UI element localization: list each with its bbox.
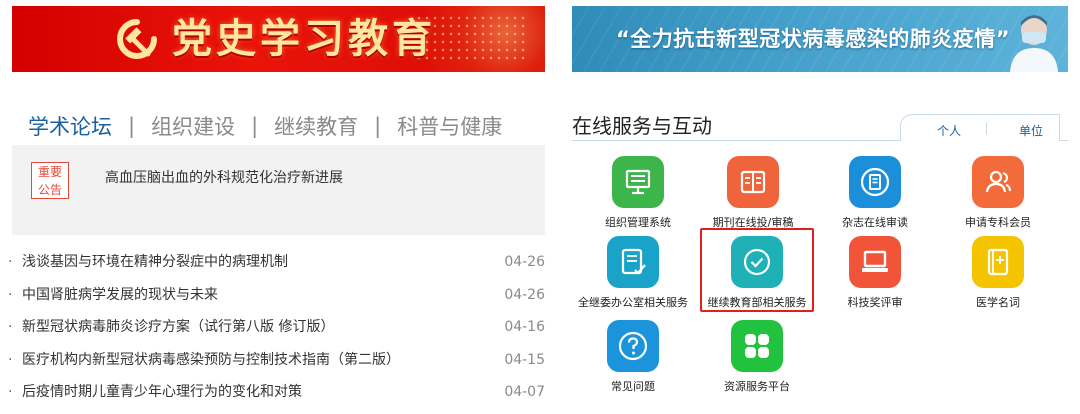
news-list: · 浅谈基因与环境在精神分裂症中的病理机制 04-26 · 中国肾脏病学发展的现… <box>8 250 545 413</box>
news-title-link[interactable]: 医疗机构内新型冠状病毒感染预防与控制技术指南（第二版） <box>22 348 400 372</box>
services-title: 在线服务与互动 <box>572 114 712 138</box>
epidemic-banner[interactable]: “全力抗击新型冠状病毒感染的肺炎疫情” <box>572 6 1068 72</box>
tab-academic-forum[interactable]: 学术论坛 <box>28 111 112 141</box>
tab-organization[interactable]: 组织建设 <box>151 111 235 141</box>
bullet: · <box>8 286 13 303</box>
news-date: 04-16 <box>504 319 545 335</box>
selection-highlight <box>700 228 814 312</box>
important-badge: 重要 公告 <box>31 162 69 199</box>
list-item[interactable]: · 中国肾脏病学发展的现状与未来 04-26 <box>8 283 545 316</box>
important-notice: 重要 公告 高血压脑出血的外科规范化治疗新进展 <box>12 145 545 235</box>
service-label: 申请专科会员 <box>965 216 1031 229</box>
service-org-management[interactable]: 组织管理系统 <box>578 156 698 230</box>
service-label: 医学名词 <box>976 296 1020 309</box>
tab-separator: | <box>128 114 136 138</box>
list-item[interactable]: · 后疫情时期儿童青少年心理行为的变化和对策 04-07 <box>8 380 545 413</box>
toggle-organization[interactable]: 单位 <box>1019 122 1043 139</box>
medical-book-icon <box>972 236 1024 288</box>
news-title-link[interactable]: 中国肾脏病学发展的现状与未来 <box>22 283 218 307</box>
badge-line-1: 重要 <box>37 165 62 179</box>
laptop-icon <box>849 236 901 288</box>
category-tabs: 学术论坛 | 组织建设 | 继续教育 | 科普与健康 <box>28 110 502 142</box>
bullet: · <box>8 319 13 335</box>
tab-science-health[interactable]: 科普与健康 <box>397 111 502 141</box>
bullet: · <box>8 254 13 270</box>
banner-title-epidemic: “全力抗击新型冠状病毒感染的肺炎疫情” <box>616 27 1011 51</box>
service-label: 组织管理系统 <box>605 216 671 229</box>
service-specialty-membership[interactable]: 申请专科会员 <box>938 156 1058 230</box>
notice-headline-link[interactable]: 高血压脑出血的外科规范化治疗新进展 <box>105 167 343 187</box>
service-label: 科技奖评审 <box>847 296 903 309</box>
service-medical-terms[interactable]: 医学名词 <box>938 236 1058 310</box>
party-history-banner[interactable]: 党史学习教育 <box>12 6 545 72</box>
list-item[interactable]: · 浅谈基因与环境在精神分裂症中的病理机制 04-26 <box>8 250 545 283</box>
banner-title-party: 党史学习教育 <box>172 16 436 62</box>
news-date: 04-26 <box>504 286 545 303</box>
service-faq[interactable]: 常见问题 <box>573 320 693 394</box>
service-science-award-review[interactable]: 科技奖评审 <box>815 236 935 310</box>
service-journal-submission[interactable]: 期刊在线投/审稿 <box>693 156 813 230</box>
book-icon <box>727 156 779 208</box>
service-label: 常见问题 <box>611 380 655 393</box>
user-group-icon <box>972 156 1024 208</box>
user-type-toggle: 个人 单位 <box>900 114 1060 141</box>
toggle-divider <box>986 123 987 135</box>
list-item[interactable]: · 新型冠状病毒肺炎诊疗方案（试行第八版 修订版） 04-16 <box>8 315 545 348</box>
badge-line-2: 公告 <box>37 183 62 197</box>
bullet: · <box>8 384 13 400</box>
tab-separator: | <box>374 114 382 138</box>
clover-icon <box>731 320 783 372</box>
news-date: 04-26 <box>504 254 545 270</box>
service-resource-platform[interactable]: 资源服务平台 <box>697 320 817 394</box>
edit-doc-icon <box>607 236 659 288</box>
service-label: 资源服务平台 <box>724 380 790 393</box>
news-title-link[interactable]: 新型冠状病毒肺炎诊疗方案（试行第八版 修订版） <box>22 315 334 339</box>
news-title-link[interactable]: 浅谈基因与环境在精神分裂症中的病理机制 <box>22 250 288 274</box>
doctor-icon <box>1010 15 1058 72</box>
news-date: 04-15 <box>504 351 545 368</box>
monitor-icon <box>612 156 664 208</box>
tab-continuing-education[interactable]: 继续教育 <box>274 111 358 141</box>
service-national-committee-office[interactable]: 全继委办公室相关服务 <box>573 236 693 310</box>
news-title-link[interactable]: 后疫情时期儿童青少年心理行为的变化和对策 <box>22 380 302 404</box>
news-date: 04-07 <box>504 384 545 400</box>
services-header: 在线服务与互动 个人 单位 <box>572 108 1068 141</box>
service-magazine-review[interactable]: 杂志在线审读 <box>815 156 935 230</box>
question-icon <box>607 320 659 372</box>
bullet: · <box>8 351 13 368</box>
toggle-personal[interactable]: 个人 <box>937 122 961 139</box>
list-item[interactable]: · 医疗机构内新型冠状病毒感染预防与控制技术指南（第二版） 04-15 <box>8 348 545 381</box>
tab-separator: | <box>251 114 259 138</box>
service-label: 杂志在线审读 <box>842 216 908 229</box>
service-label: 全继委办公室相关服务 <box>578 296 688 309</box>
document-icon <box>849 156 901 208</box>
hammer-sickle-icon <box>117 19 157 59</box>
